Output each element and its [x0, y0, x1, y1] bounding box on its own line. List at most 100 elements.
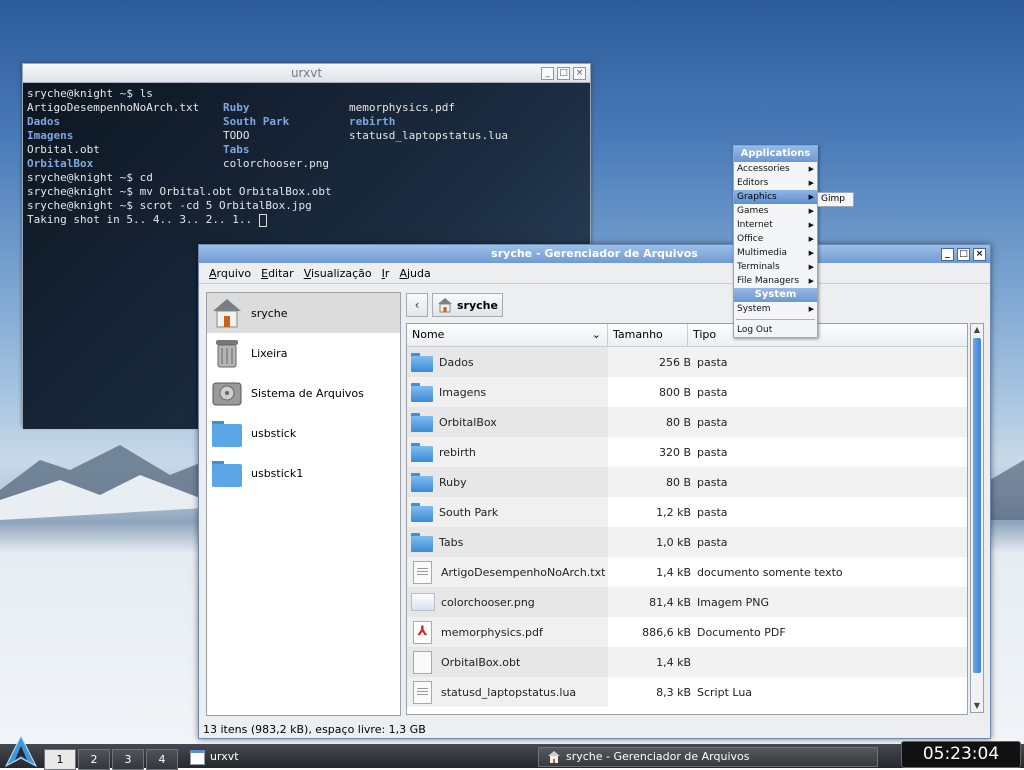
table-row[interactable]: colorchooser.png 81,4 kB Imagem PNG — [407, 587, 967, 617]
applications-menu[interactable]: Applications Accessories ▶ Editors ▶ Graph… — [733, 145, 818, 338]
column-size[interactable]: Tamanho — [608, 324, 688, 346]
ls-entry: rebirth — [349, 115, 396, 128]
workspace-2-button[interactable]: 2 — [78, 749, 110, 770]
ls-entry: memorphysics.pdf — [349, 101, 455, 114]
table-row[interactable]: ⅄ memorphysics.pdf 886,6 kB Documento PDF — [407, 617, 967, 647]
maximize-button[interactable]: □ — [957, 248, 970, 261]
submenu-arrow-icon: ▶ — [808, 235, 814, 243]
scroll-up-arrow[interactable]: ▲ — [971, 324, 983, 336]
menu-item-games[interactable]: Games ▶ — [734, 204, 817, 218]
submenu-arrow-icon: ▶ — [808, 165, 814, 173]
ls-entry: South Park — [223, 115, 290, 128]
file-size: 81,4 kB — [649, 595, 691, 609]
scrollbar-thumb[interactable] — [973, 338, 981, 673]
menu-item-editors[interactable]: Editors ▶ — [734, 176, 817, 190]
terminal-line: Taking shot in 5.. 4.. 3.. 2.. 1.. — [27, 213, 259, 226]
file-size: 800 B — [658, 385, 691, 399]
file-name: OrbitalBox — [439, 415, 497, 429]
sidebar-item-filesystem[interactable]: Sistema de Arquivos — [207, 373, 400, 413]
menu-ajuda[interactable]: Ajuda — [395, 267, 434, 280]
workspace-3-button[interactable]: 3 — [112, 749, 144, 770]
folder-icon — [411, 472, 433, 492]
file-list[interactable]: Nome ⌄ Tamanho Tipo Dados 256 Bpasta Imagen… — [406, 323, 968, 715]
sidebar-item-usbstick[interactable]: usbstick — [207, 413, 400, 453]
menu-item-system[interactable]: System ▶ — [734, 302, 817, 316]
taskbar-item-file-manager[interactable]: sryche - Gerenciador de Arquivos — [538, 747, 878, 767]
taskbar-item-urxvt[interactable]: urxvt — [190, 747, 239, 767]
back-button[interactable]: ‹ — [406, 293, 428, 317]
sidebar-item-label: usbstick1 — [251, 466, 304, 480]
table-row[interactable]: OrbitalBox.obt 1,4 kB — [407, 647, 967, 677]
menu-arquivo[interactable]: Arquivo — [205, 267, 255, 280]
menu-item-multimedia[interactable]: Multimedia ▶ — [734, 246, 817, 260]
submenu-item-gimp[interactable]: Gimp — [817, 192, 854, 207]
menu-item-office[interactable]: Office ▶ — [734, 232, 817, 246]
menu-item-accessories[interactable]: Accessories ▶ — [734, 162, 817, 176]
file-type: documento somente texto — [697, 565, 843, 579]
arch-logo-icon[interactable] — [4, 734, 38, 768]
menu-item-internet[interactable]: Internet ▶ — [734, 218, 817, 232]
ls-entry: Tabs — [223, 143, 250, 156]
workspace-1-button[interactable]: 1 — [44, 749, 76, 770]
submenu-arrow-icon: ▶ — [808, 179, 814, 187]
workspace-4-button[interactable]: 4 — [146, 749, 178, 770]
scroll-down-arrow[interactable]: ▼ — [971, 700, 983, 712]
sidebar-item-home[interactable]: sryche — [207, 293, 400, 333]
trash-icon — [211, 337, 243, 369]
ls-entry: TODO — [223, 129, 250, 142]
file-name-cell: Tabs — [407, 527, 608, 557]
file-type: pasta — [697, 355, 728, 369]
menu-editar[interactable]: Editar — [257, 267, 298, 280]
file-size: 256 B — [658, 355, 691, 369]
home-icon — [548, 751, 560, 763]
vertical-scrollbar[interactable]: ▲ ▼ — [970, 323, 984, 713]
pdf-file-icon: ⅄ — [413, 620, 432, 644]
close-button[interactable]: × — [973, 248, 986, 261]
menu-item-terminals[interactable]: Terminals ▶ — [734, 260, 817, 274]
file-type: pasta — [697, 385, 728, 399]
table-row[interactable]: Imagens 800 B pasta — [407, 377, 967, 407]
table-row[interactable]: OrbitalBox 80 B pasta — [407, 407, 967, 437]
table-row[interactable]: Dados 256 B pasta — [407, 347, 967, 377]
file-type: pasta — [697, 505, 728, 519]
menu-ir[interactable]: Ir — [378, 267, 394, 280]
submenu-arrow-icon: ▶ — [808, 277, 814, 285]
column-type[interactable]: Tipo — [688, 324, 967, 346]
column-name[interactable]: Nome ⌄ — [407, 324, 608, 346]
sidebar-item-usbstick1[interactable]: usbstick1 — [207, 453, 400, 493]
file-size: 886,6 kB — [642, 625, 691, 639]
taskbar-item-label: sryche - Gerenciador de Arquivos — [566, 750, 750, 763]
file-manager-titlebar[interactable]: sryche - Gerenciador de Arquivos _ □ × — [199, 245, 990, 263]
file-name-cell: OrbitalBox — [407, 407, 608, 437]
table-row[interactable]: rebirth 320 B pasta — [407, 437, 967, 467]
ls-entry: colorchooser.png — [223, 157, 329, 170]
file-name-cell: South Park — [407, 497, 608, 527]
file-manager-title: sryche - Gerenciador de Arquivos — [491, 247, 698, 260]
menu-item-logout[interactable]: Log Out — [734, 323, 817, 337]
file-view-area: ‹ sryche Nome ⌄ Tamanho Tipo Dados 256 B pa… — [406, 292, 984, 715]
file-name: Ruby — [439, 475, 467, 489]
minimize-button[interactable]: _ — [941, 248, 954, 261]
table-row[interactable]: statusd_laptopstatus.lua 8,3 kB Script Lua — [407, 677, 967, 707]
close-button[interactable]: × — [573, 67, 586, 80]
table-row[interactable]: Ruby 80 B pasta — [407, 467, 967, 497]
image-file-icon — [411, 593, 435, 611]
terminal-line: sryche@knight ~$ ls — [27, 87, 153, 100]
breadcrumb-label: sryche — [457, 298, 498, 312]
file-manager-window[interactable]: sryche - Gerenciador de Arquivos _ □ × A… — [198, 244, 991, 739]
table-row[interactable]: South Park 1,2 kB pasta — [407, 497, 967, 527]
terminal-titlebar[interactable]: urxvt _ □ × — [23, 64, 590, 83]
ls-column-1: ArtigoDesempenhoNoArch.txt Dados Imagens Or… — [27, 101, 223, 171]
file-name: Imagens — [439, 385, 487, 399]
menu-visualizacao[interactable]: Visualização — [300, 267, 376, 280]
folder-icon — [411, 502, 433, 522]
folder-icon — [411, 412, 433, 432]
maximize-button[interactable]: □ — [557, 67, 570, 80]
menu-item-file-managers[interactable]: File Managers ▶ — [734, 274, 817, 288]
minimize-button[interactable]: _ — [541, 67, 554, 80]
menu-item-graphics[interactable]: Graphics ▶ — [734, 190, 817, 204]
table-row[interactable]: Tabs 1,0 kB pasta — [407, 527, 967, 557]
table-row[interactable]: ArtigoDesempenhoNoArch.txt 1,4 kB document… — [407, 557, 967, 587]
breadcrumb-home[interactable]: sryche — [432, 293, 503, 317]
sidebar-item-trash[interactable]: Lixeira — [207, 333, 400, 373]
